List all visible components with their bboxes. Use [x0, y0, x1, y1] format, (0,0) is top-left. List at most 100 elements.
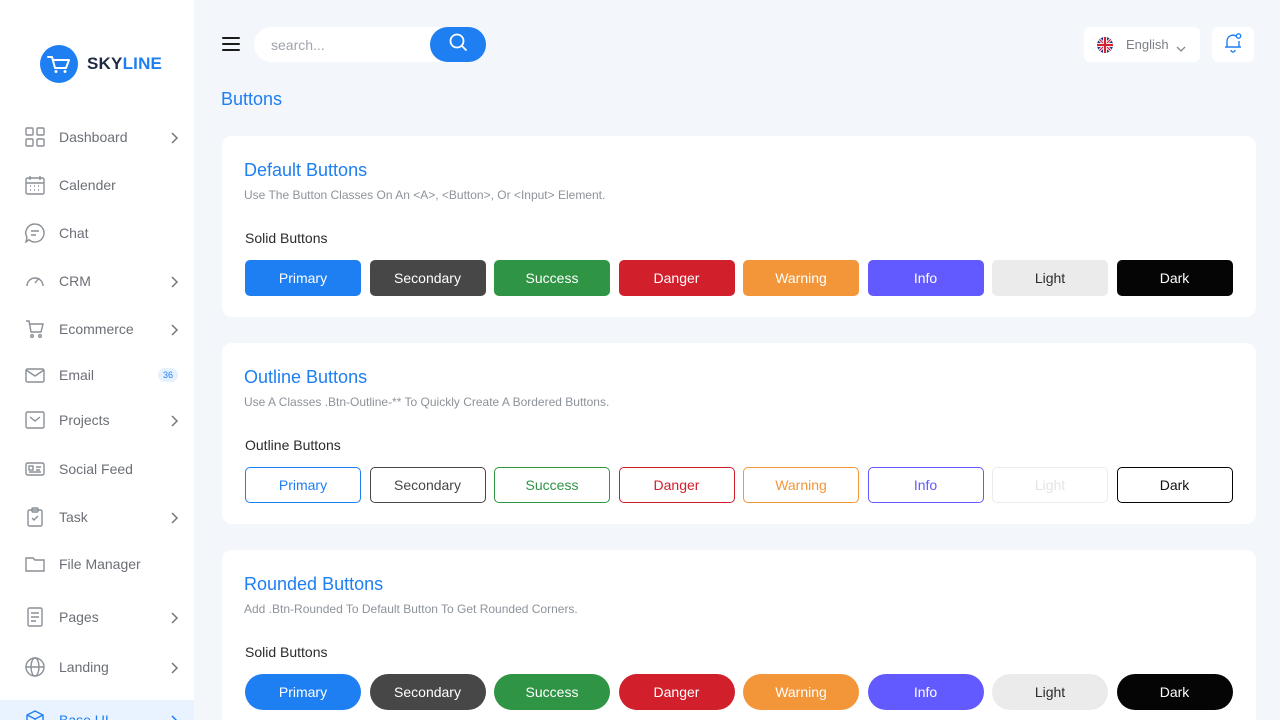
email-count-badge: 36	[158, 368, 179, 382]
sidebar-item-chat[interactable]: Chat	[0, 213, 194, 253]
sidebar-item-label: Projects	[59, 412, 110, 428]
card-title: Outline Buttons	[244, 367, 368, 387]
warning-button[interactable]: Warning	[743, 260, 859, 296]
chevron-right-icon	[168, 511, 180, 524]
search-input[interactable]	[254, 27, 454, 62]
folder-icon	[25, 554, 45, 574]
menu-toggle-button[interactable]	[222, 36, 240, 52]
danger-rounded-button[interactable]: Danger	[618, 674, 735, 710]
bell-icon	[1222, 31, 1244, 58]
grid-icon	[25, 127, 45, 147]
sidebar-item-label: CRM	[59, 273, 91, 289]
dark-rounded-button[interactable]: Dark	[1116, 674, 1233, 710]
sidebar-item-ecommerce[interactable]: Ecommerce	[0, 309, 194, 349]
page-title: Buttons	[221, 89, 283, 109]
chevron-right-icon	[168, 714, 180, 720]
sidebar-item-label: Pages	[59, 609, 99, 625]
card-subtitle: Outline Buttons	[245, 437, 341, 453]
sidebar-item-label: File Manager	[59, 556, 141, 572]
search-bar	[254, 27, 486, 62]
gauge-icon	[25, 271, 45, 291]
chevron-down-icon	[1176, 40, 1186, 58]
dark-button[interactable]: Dark	[1116, 260, 1233, 296]
document-icon	[25, 607, 45, 627]
logo[interactable]: SKYLINE	[40, 45, 162, 83]
info-outline-button[interactable]: Info	[867, 467, 984, 503]
success-rounded-button[interactable]: Success	[494, 674, 610, 710]
primary-button[interactable]: Primary	[245, 260, 361, 296]
card-title: Default Buttons	[244, 160, 368, 180]
default-buttons-card: Default Buttons Use The Button Classes O…	[222, 136, 1256, 317]
sidebar-item-label: Email	[59, 367, 95, 383]
light-button[interactable]: Light	[992, 260, 1108, 296]
light-rounded-button[interactable]: Light	[992, 674, 1108, 710]
chevron-right-icon	[168, 323, 180, 336]
sidebar-item-social-feed[interactable]: Social Feed	[0, 449, 194, 489]
search-button[interactable]	[430, 27, 486, 62]
sidebar-item-projects[interactable]: Projects	[0, 400, 194, 440]
danger-outline-button[interactable]: Danger	[618, 467, 735, 503]
id-card-icon	[25, 459, 45, 479]
brand-name-part1: SKY	[87, 54, 123, 73]
sidebar-item-label: Ecommerce	[59, 321, 134, 337]
card-description: Use The Button Classes On An <A>, <Butto…	[244, 188, 606, 202]
language-selector[interactable]: English	[1084, 27, 1200, 62]
chevron-right-icon	[168, 611, 180, 624]
sidebar-item-crm[interactable]: CRM	[0, 261, 194, 301]
primary-rounded-button[interactable]: Primary	[245, 674, 361, 710]
sidebar: SKYLINE Dashboard Calender Chat CRM Ecom…	[0, 0, 194, 720]
notifications-button[interactable]	[1212, 27, 1254, 62]
card-title: Rounded Buttons	[244, 574, 384, 594]
button-row: Primary Secondary Success Danger Warning…	[245, 674, 1241, 710]
secondary-rounded-button[interactable]: Secondary	[369, 674, 486, 710]
secondary-button[interactable]: Secondary	[369, 260, 486, 296]
outline-buttons-card: Outline Buttons Use A Classes .Btn-Outli…	[222, 343, 1256, 524]
card-description: Add .Btn-Rounded To Default Button To Ge…	[244, 602, 578, 616]
search-icon	[448, 32, 468, 57]
success-button[interactable]: Success	[494, 260, 610, 296]
button-row: Primary Secondary Success Danger Warning…	[245, 467, 1241, 503]
primary-outline-button[interactable]: Primary	[245, 467, 361, 503]
sidebar-item-base-ui[interactable]: Base UI	[0, 700, 194, 720]
inbox-icon	[25, 410, 45, 430]
secondary-outline-button[interactable]: Secondary	[369, 467, 486, 503]
sidebar-item-landing[interactable]: Landing	[0, 647, 194, 687]
sidebar-item-file-manager[interactable]: File Manager	[0, 544, 194, 584]
language-label: English	[1126, 37, 1169, 52]
clipboard-icon	[25, 507, 45, 527]
cart-logo-icon	[40, 45, 78, 83]
info-rounded-button[interactable]: Info	[867, 674, 984, 710]
uk-flag-icon	[1097, 37, 1113, 53]
chevron-right-icon	[168, 661, 180, 674]
chat-icon	[25, 223, 45, 243]
cube-icon	[25, 710, 45, 720]
sidebar-item-pages[interactable]: Pages	[0, 597, 194, 637]
sidebar-item-label: Landing	[59, 659, 109, 675]
brand-name: SKYLINE	[87, 54, 162, 74]
sidebar-item-task[interactable]: Task	[0, 497, 194, 537]
chevron-right-icon	[168, 275, 180, 288]
danger-button[interactable]: Danger	[618, 260, 735, 296]
warning-outline-button[interactable]: Warning	[743, 467, 859, 503]
globe-icon	[25, 657, 45, 677]
light-outline-button[interactable]: Light	[992, 467, 1108, 503]
warning-rounded-button[interactable]: Warning	[743, 674, 859, 710]
calendar-icon	[25, 175, 45, 195]
card-subtitle: Solid Buttons	[245, 644, 328, 660]
sidebar-item-label: Dashboard	[59, 129, 128, 145]
sidebar-item-calender[interactable]: Calender	[0, 165, 194, 205]
sidebar-item-label: Calender	[59, 177, 116, 193]
success-outline-button[interactable]: Success	[494, 467, 610, 503]
sidebar-item-email[interactable]: Email 36	[0, 355, 194, 395]
button-row: Primary Secondary Success Danger Warning…	[245, 260, 1241, 296]
sidebar-item-label: Chat	[59, 225, 89, 241]
dark-outline-button[interactable]: Dark	[1116, 467, 1233, 503]
info-button[interactable]: Info	[867, 260, 984, 296]
card-description: Use A Classes .Btn-Outline-** To Quickly…	[244, 395, 610, 409]
cart-icon	[25, 319, 45, 339]
sidebar-item-label: Social Feed	[59, 461, 133, 477]
sidebar-item-label: Task	[59, 509, 88, 525]
chevron-right-icon	[168, 414, 180, 427]
sidebar-item-label: Base UI	[59, 712, 109, 720]
sidebar-item-dashboard[interactable]: Dashboard	[0, 117, 194, 157]
